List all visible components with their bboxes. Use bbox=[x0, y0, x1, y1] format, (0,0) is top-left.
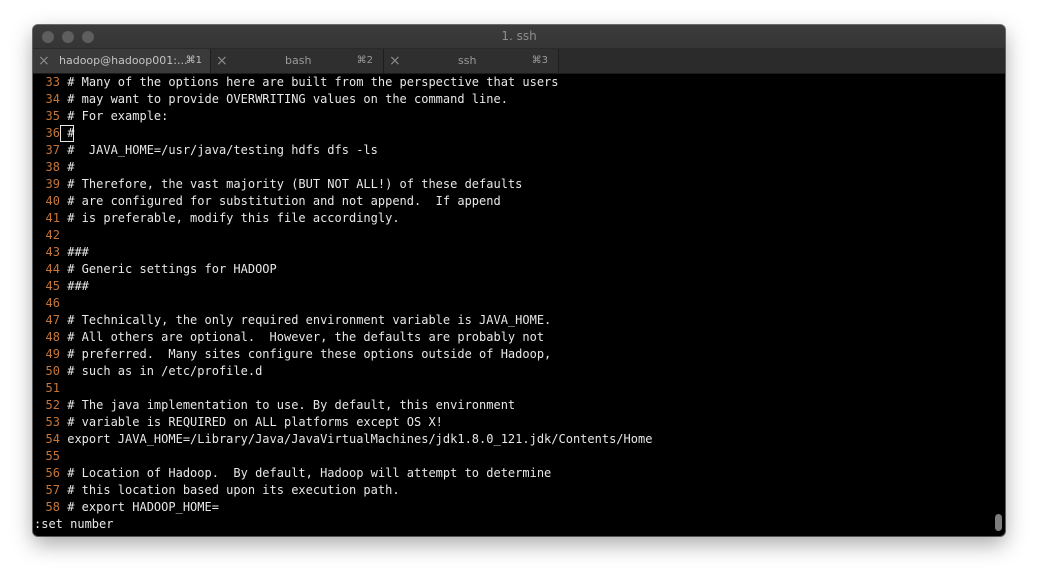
line-number: 37 bbox=[45, 143, 60, 157]
vim-command-line[interactable]: :set number bbox=[34, 516, 113, 533]
code-line: 53 # variable is REQUIRED on ALL platfor… bbox=[40, 414, 443, 431]
line-number: 45 bbox=[45, 279, 60, 293]
line-number: 47 bbox=[45, 313, 60, 327]
line-number: 41 bbox=[45, 211, 60, 225]
tab-shortcut: ⌘3 bbox=[531, 55, 548, 66]
line-number: 39 bbox=[45, 177, 60, 191]
code-line: 33 # Many of the options here are built … bbox=[40, 74, 559, 91]
tab-2[interactable]: × bash ⌘2 bbox=[211, 49, 384, 73]
line-number: 34 bbox=[45, 92, 60, 106]
code-line: 48 # All others are optional. However, t… bbox=[40, 329, 545, 346]
code-line: 34 # may want to provide OVERWRITING val… bbox=[40, 91, 508, 108]
code-line: 52 # The java implementation to use. By … bbox=[40, 397, 516, 414]
code-line: 40 # are configured for substitution and… bbox=[40, 193, 501, 210]
line-text: # Technically, the only required environ… bbox=[60, 313, 552, 327]
line-number: 57 bbox=[45, 483, 60, 497]
line-number: 38 bbox=[45, 160, 60, 174]
line-text: # bbox=[60, 160, 75, 174]
code-line: 36 # bbox=[40, 125, 75, 142]
code-line: 50 # such as in /etc/profile.d bbox=[40, 363, 263, 380]
code-line: 46 bbox=[40, 295, 60, 312]
line-number: 56 bbox=[45, 466, 60, 480]
code-line: 43 ### bbox=[40, 244, 89, 261]
close-tab-icon[interactable]: × bbox=[38, 54, 50, 68]
line-text: # The java implementation to use. By def… bbox=[60, 398, 516, 412]
line-text: ### bbox=[60, 279, 89, 293]
tab-3[interactable]: × ssh ⌘3 bbox=[384, 49, 559, 73]
terminal-window: 1. ssh × hadoop@hadoop001:... ⌘1 × bash … bbox=[33, 25, 1005, 536]
line-number: 58 bbox=[45, 500, 60, 514]
tab-bar: × hadoop@hadoop001:... ⌘1 × bash ⌘2 × ss… bbox=[33, 49, 1005, 74]
scrollbar-thumb[interactable] bbox=[995, 514, 1002, 531]
line-number: 42 bbox=[45, 228, 60, 242]
line-text: # For example: bbox=[60, 109, 169, 123]
line-number: 52 bbox=[45, 398, 60, 412]
code-line: 39 # Therefore, the vast majority (BUT N… bbox=[40, 176, 523, 193]
line-text: # is preferable, modify this file accord… bbox=[60, 211, 400, 225]
code-line: 58 # export HADOOP_HOME= bbox=[40, 499, 219, 516]
line-number: 55 bbox=[45, 449, 60, 463]
code-line: 44 # Generic settings for HADOOP bbox=[40, 261, 277, 278]
code-line: 49 # preferred. Many sites configure the… bbox=[40, 346, 552, 363]
line-number: 40 bbox=[45, 194, 60, 208]
line-text: # Location of Hadoop. By default, Hadoop… bbox=[60, 466, 552, 480]
cursor-line-text: # bbox=[60, 125, 75, 142]
line-text: # Many of the options here are built fro… bbox=[60, 75, 559, 89]
terminal-content[interactable]: 33 # Many of the options here are built … bbox=[34, 74, 1005, 536]
code-line: 55 bbox=[40, 448, 60, 465]
tab-label: hadoop@hadoop001:... bbox=[59, 54, 188, 67]
line-number: 43 bbox=[45, 245, 60, 259]
line-text: # are configured for substitution and no… bbox=[60, 194, 501, 208]
close-tab-icon[interactable]: × bbox=[389, 54, 401, 68]
tab-label: ssh bbox=[458, 54, 477, 67]
line-text: ### bbox=[60, 245, 89, 259]
tab-label: bash bbox=[285, 54, 312, 67]
line-number: 36 bbox=[45, 126, 60, 140]
line-text: # this location based upon its execution… bbox=[60, 483, 400, 497]
line-number: 50 bbox=[45, 364, 60, 378]
tab-shortcut: ⌘1 bbox=[185, 55, 202, 66]
line-number: 44 bbox=[45, 262, 60, 276]
line-text: # may want to provide OVERWRITING values… bbox=[60, 92, 508, 106]
code-line: 41 # is preferable, modify this file acc… bbox=[40, 210, 400, 227]
title-bar[interactable]: 1. ssh bbox=[33, 25, 1005, 49]
code-line: 57 # this location based upon its execut… bbox=[40, 482, 400, 499]
line-text: export JAVA_HOME=/Library/Java/JavaVirtu… bbox=[60, 432, 653, 446]
line-text: # variable is REQUIRED on ALL platforms … bbox=[60, 415, 443, 429]
line-text: # All others are optional. However, the … bbox=[60, 330, 545, 344]
line-text: # such as in /etc/profile.d bbox=[60, 364, 263, 378]
line-number: 54 bbox=[45, 432, 60, 446]
code-line: 56 # Location of Hadoop. By default, Had… bbox=[40, 465, 552, 482]
code-line: 47 # Technically, the only required envi… bbox=[40, 312, 552, 329]
window-title: 1. ssh bbox=[501, 29, 537, 43]
code-line: 37 # JAVA_HOME=/usr/java/testing hdfs df… bbox=[40, 142, 378, 159]
line-text: # export HADOOP_HOME= bbox=[60, 500, 219, 514]
tab-1[interactable]: × hadoop@hadoop001:... ⌘1 bbox=[33, 49, 211, 73]
line-number: 48 bbox=[45, 330, 60, 344]
code-line: 35 # For example: bbox=[40, 108, 169, 125]
code-line: 38 # bbox=[40, 159, 75, 176]
line-text: # preferred. Many sites configure these … bbox=[60, 347, 552, 361]
code-line: 45 ### bbox=[40, 278, 89, 295]
code-line: 54 export JAVA_HOME=/Library/Java/JavaVi… bbox=[40, 431, 653, 448]
line-number: 46 bbox=[45, 296, 60, 310]
tab-shortcut: ⌘2 bbox=[356, 55, 373, 66]
close-tab-icon[interactable]: × bbox=[216, 54, 228, 68]
line-text: # JAVA_HOME=/usr/java/testing hdfs dfs -… bbox=[60, 143, 378, 157]
line-text: # Therefore, the vast majority (BUT NOT … bbox=[60, 177, 523, 191]
code-line: 51 bbox=[40, 380, 60, 397]
line-number: 35 bbox=[45, 109, 60, 123]
code-line: 42 bbox=[40, 227, 60, 244]
line-number: 49 bbox=[45, 347, 60, 361]
line-number: 33 bbox=[45, 75, 60, 89]
line-number: 51 bbox=[45, 381, 60, 395]
line-number: 53 bbox=[45, 415, 60, 429]
line-text: # Generic settings for HADOOP bbox=[60, 262, 277, 276]
